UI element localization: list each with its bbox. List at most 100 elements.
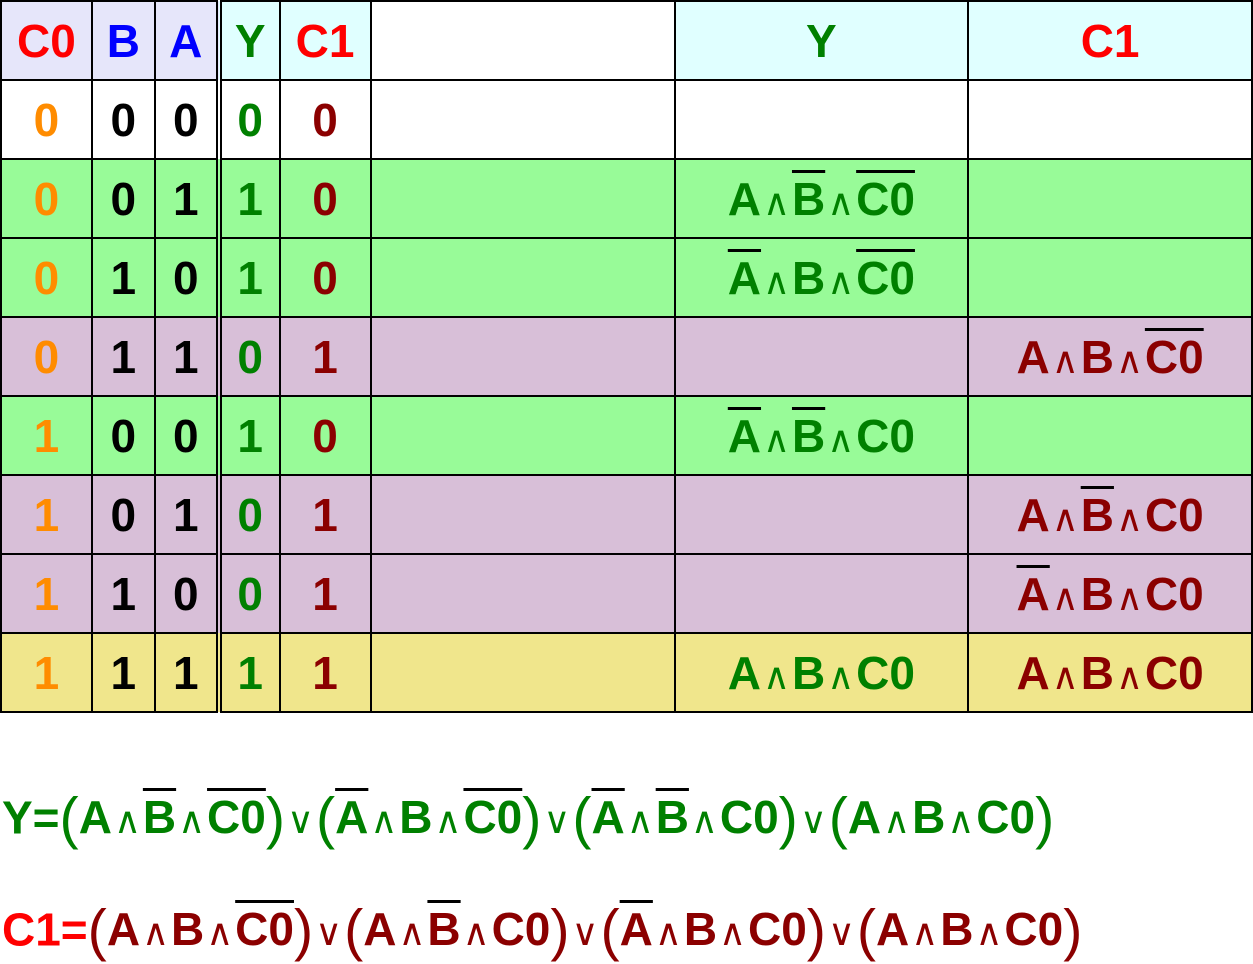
header-a: A bbox=[153, 0, 220, 81]
and-operator: ∧ bbox=[947, 800, 975, 842]
cell-blank bbox=[369, 79, 676, 160]
cell-c0: 0 bbox=[0, 316, 93, 397]
and-operator: ∧ bbox=[883, 800, 911, 842]
cell-a: 0 bbox=[153, 553, 220, 634]
literal: A bbox=[1016, 646, 1050, 699]
minterm-group: (A∧B∧C0) bbox=[857, 899, 1082, 963]
literal: B bbox=[1080, 646, 1114, 699]
cell-c0: 1 bbox=[0, 474, 93, 555]
table-row: 0 1 1 0 1 A∧B∧C0 bbox=[0, 316, 1253, 397]
cell-a: 1 bbox=[153, 316, 220, 397]
cell-c1: 1 bbox=[278, 553, 372, 634]
cell-c1-minterm bbox=[967, 395, 1253, 476]
cell-blank bbox=[369, 158, 676, 239]
cell-c0: 1 bbox=[0, 395, 93, 476]
and-operator: ∧ bbox=[1115, 497, 1143, 539]
cell-b: 0 bbox=[90, 158, 156, 239]
minterm-group: (A∧B∧C0) bbox=[829, 787, 1054, 851]
cell-c1: 0 bbox=[278, 158, 372, 239]
negated-literal: A bbox=[619, 903, 653, 956]
and-operator: ∧ bbox=[911, 912, 939, 954]
cell-c0: 1 bbox=[0, 632, 93, 713]
open-paren: ( bbox=[600, 899, 620, 963]
literal: B bbox=[912, 791, 946, 844]
negated-literal: B bbox=[1080, 488, 1114, 541]
header-row: C0 B A Y C1 Y C1 bbox=[0, 0, 1253, 81]
header-c1: C1 bbox=[278, 0, 372, 81]
cell-c0: 0 bbox=[0, 79, 93, 160]
literal: A bbox=[727, 646, 762, 699]
equation-c1: C1=(A∧B∧C0)∨(A∧B∧C0)∨(A∧B∧C0)∨(A∧B∧C0) bbox=[2, 898, 1082, 964]
and-operator: ∧ bbox=[398, 912, 426, 954]
cell-c1: 0 bbox=[278, 237, 372, 318]
and-operator: ∧ bbox=[1115, 339, 1143, 381]
and-operator: ∧ bbox=[370, 800, 398, 842]
cell-y: 1 bbox=[215, 632, 281, 713]
open-paren: ( bbox=[828, 787, 848, 851]
cell-c0: 1 bbox=[0, 553, 93, 634]
and-operator: ∧ bbox=[719, 912, 746, 954]
negated-literal: A bbox=[591, 791, 625, 844]
table-row: 1 1 0 0 1 A∧B∧C0 bbox=[0, 553, 1253, 634]
and-operator: ∧ bbox=[206, 912, 234, 954]
close-paren: ) bbox=[265, 787, 286, 851]
negated-literal: B bbox=[791, 409, 826, 462]
literal: C0 bbox=[1144, 646, 1204, 699]
literal: C0 bbox=[856, 409, 915, 462]
literal: A bbox=[1016, 488, 1050, 541]
literal: B bbox=[1080, 330, 1114, 383]
cell-c1: 0 bbox=[278, 79, 372, 160]
and-operator: ∧ bbox=[1051, 576, 1079, 618]
table-row: 0 0 1 1 0 A∧B∧C0 bbox=[0, 158, 1253, 239]
and-operator: ∧ bbox=[827, 181, 855, 223]
and-operator: ∧ bbox=[1115, 576, 1143, 618]
and-operator: ∧ bbox=[763, 655, 790, 697]
minterm-group: (A∧B∧C0) bbox=[88, 899, 313, 963]
cell-y-minterm bbox=[673, 79, 970, 160]
cell-c1: 1 bbox=[278, 474, 372, 555]
cell-y: 0 bbox=[215, 79, 281, 160]
cell-a: 1 bbox=[153, 474, 220, 555]
cell-a: 1 bbox=[153, 158, 220, 239]
literal: A bbox=[78, 791, 112, 844]
literal: C0 bbox=[719, 791, 779, 844]
minterm-group: (A∧B∧C0) bbox=[572, 787, 797, 851]
and-operator: ∧ bbox=[763, 418, 790, 460]
literal: B bbox=[940, 903, 974, 956]
negated-literal: A bbox=[727, 251, 762, 304]
and-operator: ∧ bbox=[1051, 497, 1079, 539]
literal: B bbox=[171, 903, 205, 956]
close-paren: ) bbox=[1035, 787, 1055, 851]
equation-y: Y=(A∧B∧C0)∨(A∧B∧C0)∨(A∧B∧C0)∨(A∧B∧C0) bbox=[2, 786, 1054, 852]
and-operator: ∧ bbox=[1051, 339, 1079, 381]
literal: C0 bbox=[1004, 903, 1064, 956]
cell-blank bbox=[369, 632, 676, 713]
minterm-group: (A∧B∧C0) bbox=[316, 787, 541, 851]
equation-lhs: Y= bbox=[2, 791, 60, 844]
and-operator: ∧ bbox=[142, 912, 169, 954]
negated-literal: A bbox=[1016, 567, 1050, 620]
literal: B bbox=[399, 791, 433, 844]
negated-literal: C0 bbox=[856, 172, 915, 225]
header-c0: C0 bbox=[0, 0, 93, 81]
and-operator: ∧ bbox=[1051, 655, 1079, 697]
or-operator: ∨ bbox=[827, 912, 855, 954]
literal: B bbox=[791, 646, 826, 699]
table-row: 1 0 1 0 1 A∧B∧C0 bbox=[0, 474, 1253, 555]
open-paren: ( bbox=[87, 899, 107, 963]
cell-c1: 1 bbox=[278, 316, 372, 397]
cell-b: 0 bbox=[90, 79, 156, 160]
cell-c1: 0 bbox=[278, 395, 372, 476]
close-paren: ) bbox=[550, 899, 570, 963]
cell-blank bbox=[369, 237, 676, 318]
negated-literal: B bbox=[427, 903, 461, 956]
table-row: 1 0 0 1 0 A∧B∧C0 bbox=[0, 395, 1253, 476]
and-operator: ∧ bbox=[827, 655, 855, 697]
cell-c1-minterm bbox=[967, 158, 1253, 239]
or-operator: ∨ bbox=[571, 912, 599, 954]
table-row: 1 1 1 1 1 A∧B∧C0 A∧B∧C0 bbox=[0, 632, 1253, 713]
minterm-group: (A∧B∧C0) bbox=[344, 899, 569, 963]
cell-y-minterm: A∧B∧C0 bbox=[673, 632, 970, 713]
cell-a: 0 bbox=[153, 79, 220, 160]
literal: B bbox=[683, 903, 718, 956]
